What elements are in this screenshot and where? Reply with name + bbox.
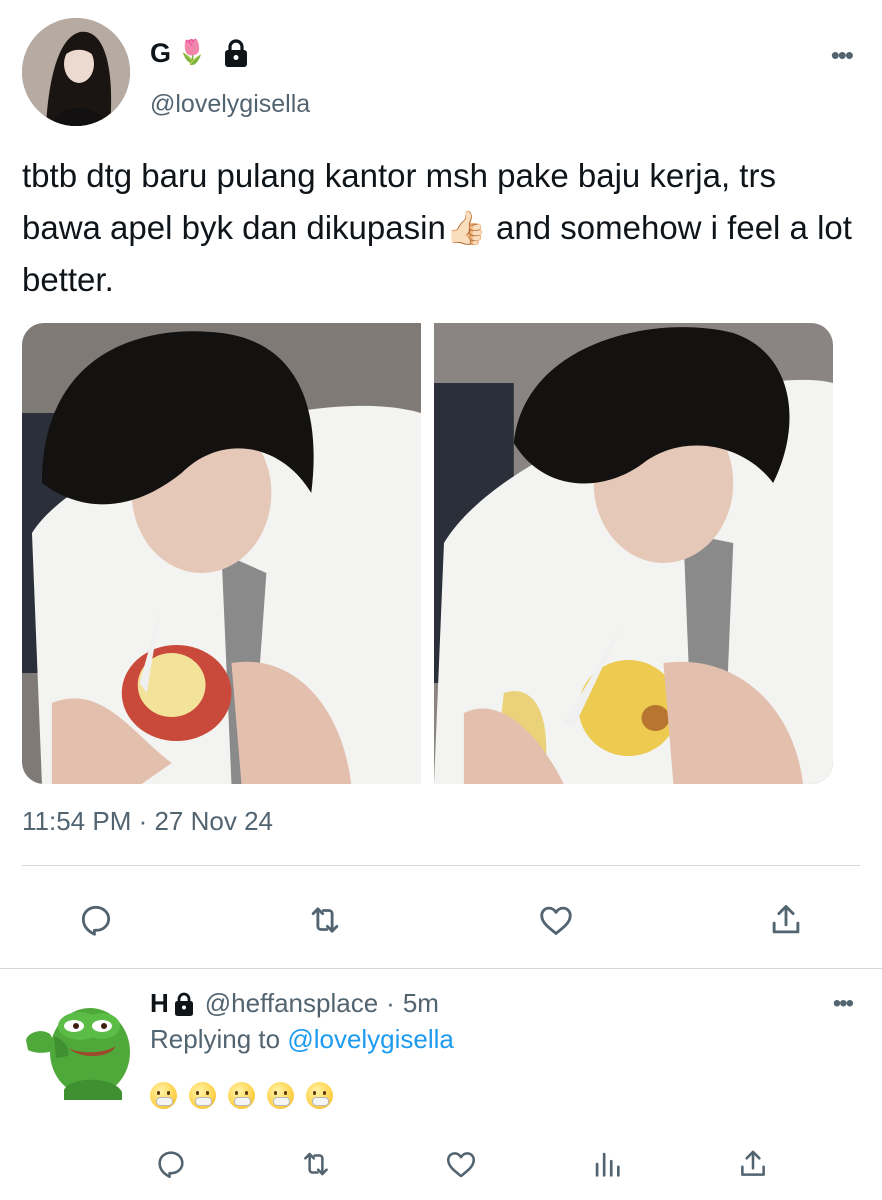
tweet-action-bar [0,898,882,942]
like-icon [540,906,572,935]
share-icon [772,905,800,934]
lock-icon [223,38,249,68]
tweet-photo-2[interactable] [434,323,833,784]
grimacing-emoji [267,1082,294,1109]
replying-to-link[interactable]: @lovelygisella [287,1024,454,1054]
retweet-button[interactable] [303,898,347,942]
grimacing-emoji [189,1082,216,1109]
reply-author-avatar[interactable] [24,996,134,1100]
reply-action-bar [0,1144,882,1184]
divider [0,968,882,969]
retweet-icon [304,1152,328,1176]
grimacing-emoji [228,1082,255,1109]
replying-to-line: Replying to @lovelygisella [150,1024,454,1055]
tweet-media [22,323,833,784]
like-icon [446,1152,476,1178]
reply-button[interactable] [74,898,118,942]
divider [22,865,860,866]
reply-reply-button[interactable] [151,1144,191,1184]
tweet-text: tbtb dtg baru pulang kantor msh pake baj… [22,157,852,298]
author-avatar[interactable] [22,18,130,126]
replying-to-label: Replying to [150,1024,281,1054]
reply-share-button[interactable] [733,1144,773,1184]
analytics-icon [595,1152,620,1177]
like-button[interactable] [534,898,578,942]
separator-dot: · [386,988,395,1018]
grimacing-emoji [306,1082,333,1109]
reply-header: H @heffansplace · 5m [150,988,439,1019]
more-options-icon[interactable]: ••• [831,40,854,71]
tweet-timestamp[interactable]: 11:54 PM · 27 Nov 24 [22,806,273,837]
reply-retweet-button[interactable] [296,1144,336,1184]
reply-display-name[interactable]: H [150,988,169,1019]
reply-icon [158,1151,184,1179]
grimacing-emoji [150,1082,177,1109]
reply-time[interactable]: 5m [403,988,439,1019]
reply-like-button[interactable] [441,1144,481,1184]
retweet-icon [311,907,339,933]
more-options-icon[interactable]: ••• [833,990,854,1018]
share-icon [741,1150,765,1176]
author-handle[interactable]: @lovelygisella [150,90,310,119]
lock-icon [173,991,195,1017]
author-display-name[interactable]: G [150,38,171,69]
share-button[interactable] [764,898,808,942]
reply-analytics-button[interactable] [587,1144,627,1184]
tulip-emoji: 🌷 [177,39,207,66]
reply-handle[interactable]: @heffansplace [205,988,378,1019]
reply-text [150,1082,333,1109]
tweet-photo-1[interactable] [22,323,421,784]
author-name-row: G 🌷 [150,36,249,70]
reply-icon [81,905,111,936]
